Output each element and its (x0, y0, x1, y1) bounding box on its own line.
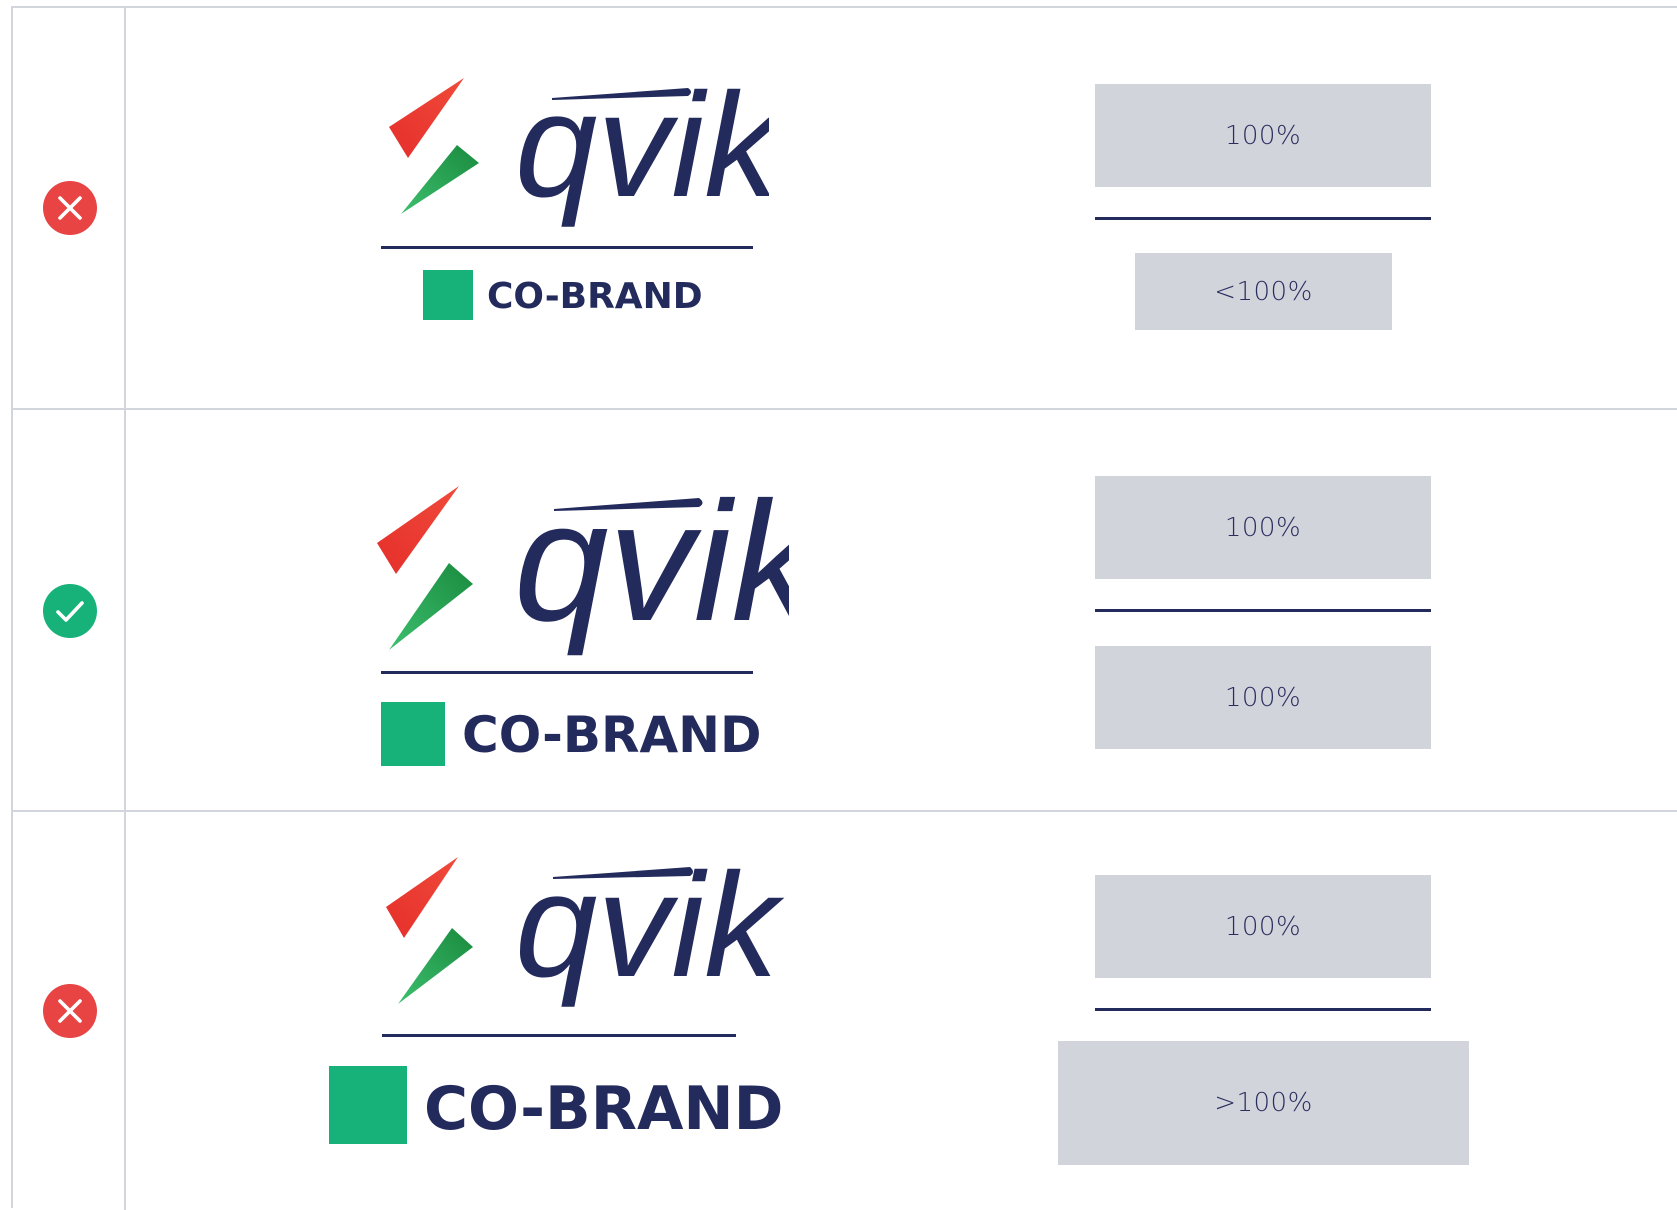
qvik-mark-icon (389, 78, 479, 214)
table-row: qvik CO-BRAND 100% <100% (13, 8, 1677, 410)
qvik-mark-icon (386, 857, 473, 1004)
wordmark-text: qvik (515, 852, 785, 1008)
bar-divider (1095, 217, 1431, 220)
wordmark-text: qvik (515, 68, 769, 228)
qvik-mark-icon (377, 486, 473, 650)
cobrand-square (329, 1066, 407, 1144)
qvik-logo: qvik (389, 68, 769, 228)
incorrect-status-icon (43, 181, 97, 235)
wordmark-text: qvik (514, 474, 789, 657)
bottom-bar: <100% (1135, 253, 1392, 330)
table-row: qvik CO-BRAND 100% 100% (13, 410, 1677, 812)
cobrand-label: CO-BRAND (487, 276, 703, 317)
lockup-divider (381, 246, 753, 249)
cobrand-square (381, 702, 445, 766)
x-icon (58, 196, 82, 220)
status-cell (13, 812, 126, 1210)
correct-status-icon (43, 584, 97, 638)
cobrand-logo-lockup: qvik CO-BRAND (381, 68, 769, 320)
top-bar: 100% (1095, 84, 1431, 187)
x-icon (58, 999, 82, 1023)
cobrand-square (423, 270, 473, 320)
bar-divider (1095, 1008, 1431, 1011)
incorrect-status-icon (43, 984, 97, 1038)
check-icon (56, 601, 84, 622)
lockup-divider (381, 671, 753, 674)
cobrand-label: CO-BRAND (462, 706, 762, 764)
table-row: qvik CO-BRAND 100% >100% (13, 812, 1677, 1210)
status-cell (13, 8, 126, 408)
cobrand-label: CO-BRAND (424, 1074, 783, 1144)
bottom-bar: >100% (1058, 1041, 1469, 1165)
cobrand-logo-lockup: qvik CO-BRAND (329, 852, 785, 1144)
bottom-bar: 100% (1095, 646, 1431, 749)
top-bar: 100% (1095, 476, 1431, 579)
status-cell (13, 410, 126, 810)
qvik-logo: qvik (377, 474, 789, 657)
qvik-logo: qvik (386, 852, 785, 1008)
top-bar: 100% (1095, 875, 1431, 978)
cobrand-logo-lockup: qvik CO-BRAND (377, 474, 789, 766)
lockup-divider (382, 1034, 736, 1037)
bar-divider (1095, 609, 1431, 612)
comparison-table: qvik CO-BRAND 100% <100% qvik CO-BRAND 1… (11, 6, 1677, 1210)
